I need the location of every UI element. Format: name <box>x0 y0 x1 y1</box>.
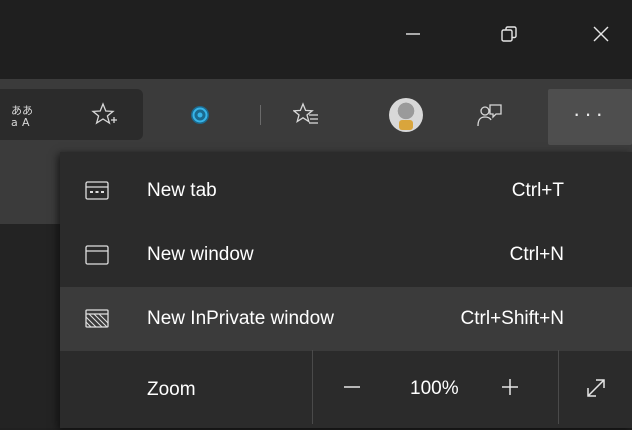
more-button[interactable]: ··· <box>548 89 632 145</box>
add-favorite-button[interactable] <box>86 99 122 131</box>
minimize-button[interactable] <box>390 0 436 68</box>
zoom-out-button[interactable] <box>330 364 374 410</box>
zoom-row: Zoom 100% <box>60 350 632 428</box>
fullscreen-icon <box>587 379 605 397</box>
menu-item-new-tab[interactable]: New tab Ctrl+T <box>60 159 632 223</box>
plus-icon <box>502 379 518 395</box>
translate-icon: あ あ a A <box>11 104 33 128</box>
page-header-strip <box>0 152 60 224</box>
browser-toolbar: あ あ a A ··· <box>0 79 632 152</box>
toolbar-separator <box>260 105 261 125</box>
zoom-label: Zoom <box>147 379 196 400</box>
zoom-divider <box>312 350 313 424</box>
settings-menu: New tab Ctrl+T New window Ctrl+N New InP… <box>60 152 632 428</box>
add-favorite-icon <box>91 102 117 125</box>
menu-item-label: New window <box>147 244 254 265</box>
inprivate-icon <box>84 306 110 332</box>
zoom-divider <box>558 350 559 424</box>
fullscreen-button[interactable] <box>574 366 618 410</box>
feedback-icon <box>477 104 502 127</box>
translate-button[interactable]: あ あ a A <box>4 99 42 131</box>
page-content <box>0 224 60 428</box>
close-icon <box>593 26 609 42</box>
title-bar <box>0 0 632 79</box>
menu-item-label: New tab <box>147 180 217 201</box>
menu-item-shortcut: Ctrl+N <box>509 244 564 265</box>
extension-icon <box>191 106 209 124</box>
menu-item-new-inprivate-window[interactable]: New InPrivate window Ctrl+Shift+N <box>60 287 632 351</box>
menu-item-shortcut: Ctrl+Shift+N <box>460 308 564 329</box>
minus-icon <box>344 386 360 388</box>
menu-item-label: New InPrivate window <box>147 308 334 329</box>
menu-item-shortcut: Ctrl+T <box>511 180 564 201</box>
zoom-value: 100% <box>410 378 459 399</box>
zoom-in-button[interactable] <box>488 364 532 410</box>
avatar <box>389 98 423 132</box>
favorites-icon <box>293 102 318 124</box>
profile-button[interactable] <box>380 91 432 139</box>
extension-button[interactable] <box>180 99 220 131</box>
new-tab-icon <box>84 178 110 204</box>
menu-item-new-window[interactable]: New window Ctrl+N <box>60 223 632 287</box>
minimize-icon <box>406 33 420 35</box>
feedback-button[interactable] <box>470 99 510 131</box>
favorites-button[interactable] <box>286 99 326 131</box>
close-button[interactable] <box>578 0 624 68</box>
svg-text:a: a <box>11 116 18 128</box>
restore-icon <box>501 26 517 42</box>
more-icon: ··· <box>573 101 607 126</box>
restore-button[interactable] <box>486 0 532 68</box>
new-window-icon <box>84 242 110 268</box>
svg-text:A: A <box>22 116 30 128</box>
